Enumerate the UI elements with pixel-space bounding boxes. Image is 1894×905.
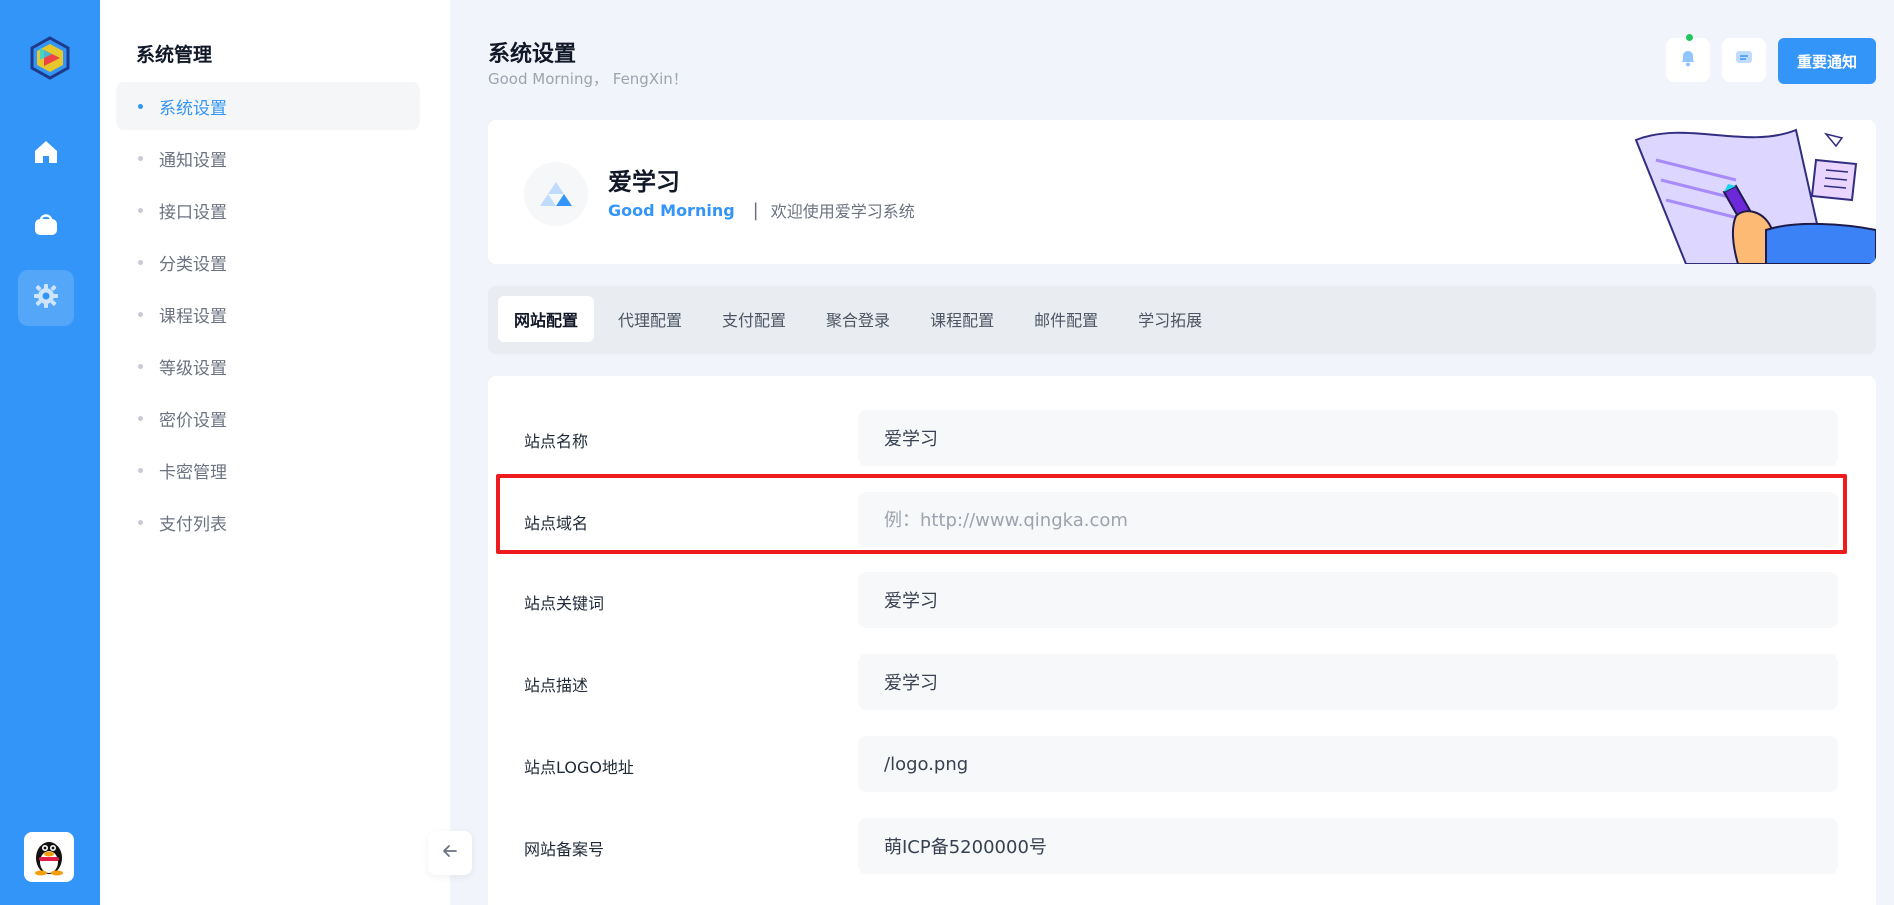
icon-rail <box>0 0 100 905</box>
sub-sidebar: 系统管理 系统设置 通知设置 接口设置 分类设置 课程设置 等级设置 密价设置 … <box>100 0 450 905</box>
sidebar-item-label: 分类设置 <box>159 254 227 275</box>
tab-aggregate-login[interactable]: 聚合登录 <box>810 296 906 342</box>
tab-study-extension[interactable]: 学习拓展 <box>1122 296 1218 342</box>
sidebar-item-card-key-management[interactable]: 卡密管理 <box>116 446 420 494</box>
field-label: 站点LOGO地址 <box>524 758 634 777</box>
sidebar-item-label: 等级设置 <box>159 358 227 379</box>
field-label: 网站备案号 <box>524 840 605 859</box>
bullet-icon <box>138 155 143 161</box>
form-row-icp-number: 网站备案号 <box>488 818 1876 874</box>
form-row-site-keywords: 站点关键词 <box>488 572 1876 628</box>
home-icon <box>31 137 61 171</box>
config-tabs: 网站配置 代理配置 支付配置 聚合登录 课程配置 邮件配置 学习拓展 <box>488 286 1876 354</box>
tab-email-config[interactable]: 邮件配置 <box>1018 296 1114 342</box>
sidebar-item-label: 接口设置 <box>159 202 227 223</box>
rail-home-button[interactable] <box>18 126 74 182</box>
site-logo-url-input[interactable] <box>858 736 1838 792</box>
banner-illustration <box>1626 120 1876 264</box>
sidebar-item-price-settings[interactable]: 密价设置 <box>116 394 420 442</box>
notification-bell-button[interactable] <box>1666 34 1710 82</box>
site-description-input[interactable] <box>858 654 1838 710</box>
bullet-icon <box>138 519 143 525</box>
sidebar-item-label: 密价设置 <box>159 410 227 431</box>
field-label: 站点关键词 <box>524 594 605 613</box>
sidebar-item-payment-list[interactable]: 支付列表 <box>116 498 420 546</box>
site-keywords-input[interactable] <box>858 572 1838 628</box>
sidebar-item-level-settings[interactable]: 等级设置 <box>116 342 420 390</box>
website-config-form: 站点名称 站点域名 站点关键词 站点描述 站点LOGO地址 网站备案号 <box>488 376 1876 905</box>
sidebar-item-course-settings[interactable]: 课程设置 <box>116 290 420 338</box>
collapse-sidebar-button[interactable] <box>428 831 472 875</box>
sidebar-item-label: 系统设置 <box>159 98 227 119</box>
bullet-icon <box>138 415 143 421</box>
banner-subline: Good Morning | 欢迎使用爱学习系统 <box>608 198 915 222</box>
site-name: 爱学习 <box>608 168 680 196</box>
banner-separator: | <box>752 199 759 221</box>
gear-icon <box>31 281 61 315</box>
bell-icon <box>1677 47 1699 73</box>
bullet-icon <box>138 259 143 265</box>
form-row-site-description: 站点描述 <box>488 654 1876 710</box>
sidebar-item-category-settings[interactable]: 分类设置 <box>116 238 420 286</box>
bullet-icon <box>138 467 143 473</box>
app-logo-icon[interactable] <box>26 34 74 82</box>
banner-welcome-text: 欢迎使用爱学习系统 <box>770 202 915 221</box>
important-notice-button[interactable]: 重要通知 <box>1778 38 1876 84</box>
bullet-icon <box>138 363 143 369</box>
tab-website-config[interactable]: 网站配置 <box>498 296 595 342</box>
tab-agent-config[interactable]: 代理配置 <box>602 296 698 342</box>
sidebar-item-label: 课程设置 <box>159 306 227 327</box>
form-row-site-domain: 站点域名 <box>488 492 1876 548</box>
site-domain-input[interactable] <box>858 492 1838 548</box>
sidebar-item-label: 通知设置 <box>159 150 227 171</box>
site-logo-icon <box>524 162 588 226</box>
field-label: 站点域名 <box>524 514 589 533</box>
bullet-icon <box>138 311 143 317</box>
tab-payment-config[interactable]: 支付配置 <box>706 296 802 342</box>
qq-penguin-icon <box>30 834 68 880</box>
sidebar-menu: 系统设置 通知设置 接口设置 分类设置 课程设置 等级设置 密价设置 卡密管理 … <box>116 82 420 550</box>
rail-shop-button[interactable] <box>18 198 74 254</box>
field-label: 站点描述 <box>524 676 589 695</box>
arrow-left-icon <box>441 842 459 864</box>
rail-settings-button[interactable] <box>18 270 74 326</box>
tab-course-config[interactable]: 课程配置 <box>914 296 1010 342</box>
sidebar-item-label: 卡密管理 <box>159 462 227 483</box>
bag-icon <box>31 209 61 243</box>
site-banner-card: 爱学习 Good Morning | 欢迎使用爱学习系统 <box>488 120 1876 264</box>
banner-greeting: Good Morning <box>608 200 735 220</box>
bullet-icon <box>138 103 143 109</box>
site-name-input[interactable] <box>858 410 1838 466</box>
field-label: 站点名称 <box>524 432 589 451</box>
form-row-site-name: 站点名称 <box>488 410 1876 466</box>
sidebar-item-label: 支付列表 <box>159 514 227 535</box>
sidebar-title: 系统管理 <box>136 44 213 66</box>
page-title: 系统设置 <box>488 42 577 67</box>
icp-number-input[interactable] <box>858 818 1838 874</box>
messages-button[interactable] <box>1722 38 1766 82</box>
online-status-dot <box>1686 34 1693 41</box>
sidebar-item-notification-settings[interactable]: 通知设置 <box>116 134 420 182</box>
message-icon <box>1733 47 1755 73</box>
sidebar-item-system-settings[interactable]: 系统设置 <box>116 82 420 130</box>
page-greeting: Good Morning， FengXin！ <box>488 70 688 88</box>
sidebar-item-api-settings[interactable]: 接口设置 <box>116 186 420 234</box>
bullet-icon <box>138 207 143 213</box>
user-avatar[interactable] <box>24 832 74 882</box>
form-row-site-logo-url: 站点LOGO地址 <box>488 736 1876 792</box>
